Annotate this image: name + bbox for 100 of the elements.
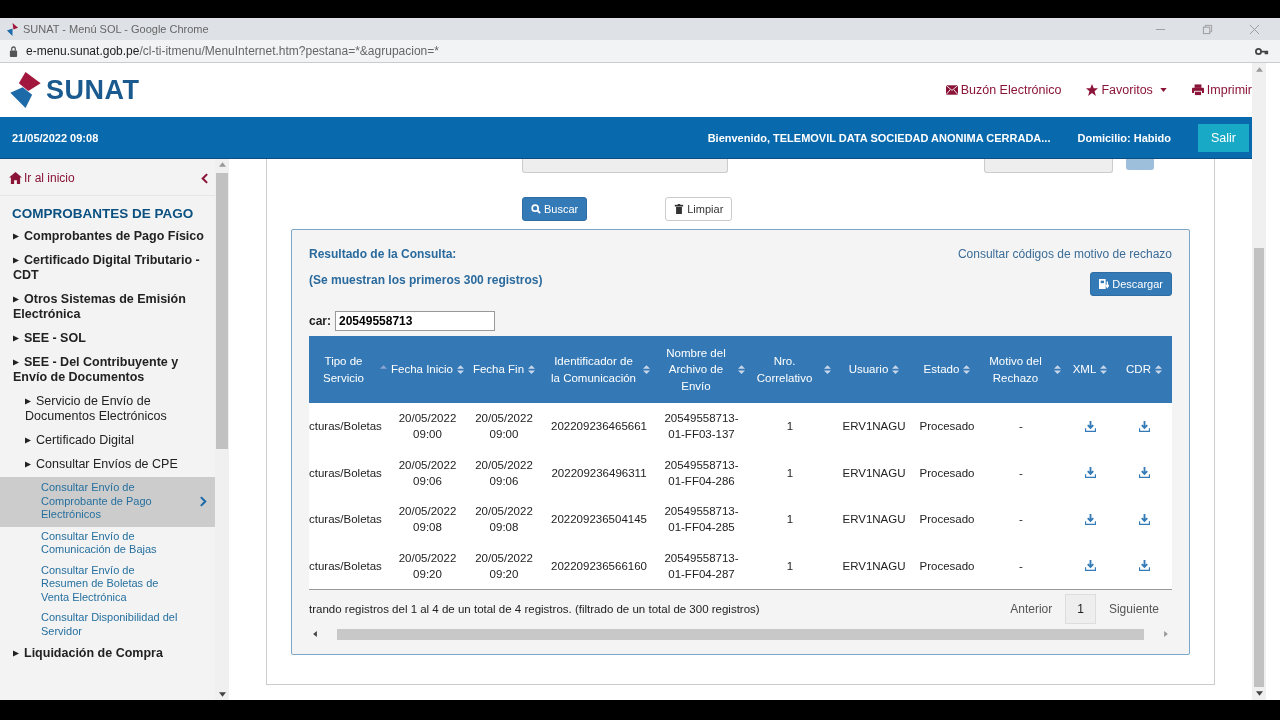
submenu-item[interactable]: Consultar Envíos de CPE — [0, 453, 215, 477]
site-favicon-icon — [6, 22, 19, 36]
table-cell-text: 20/05/2022 09:06 — [397, 457, 458, 489]
menu-item[interactable]: Liquidación de Compra — [0, 642, 215, 666]
menu-item[interactable]: SEE - SOL — [0, 327, 215, 351]
lock-icon — [9, 45, 18, 57]
table-cell-text: 20/05/2022 09:08 — [397, 504, 458, 536]
caret-icon — [1159, 88, 1167, 92]
table-cell-text: 20/05/2022 09:06 — [474, 457, 534, 489]
column-header[interactable]: Estado — [915, 336, 979, 403]
scroll-right-icon[interactable] — [1164, 631, 1168, 637]
url-text[interactable]: e-menu.sunat.gob.pe/cl-ti-itmenu/MenuInternet.htm?pestana=*&agrupacion=* — [26, 44, 439, 58]
printer-icon — [1191, 84, 1204, 96]
column-header[interactable]: Nro. Correlativo — [747, 336, 833, 403]
download-button[interactable]: Descargar — [1090, 272, 1172, 296]
scroll-up-icon[interactable] — [218, 162, 226, 167]
results-subtitle: (Se muestran los primeros 300 registros) — [309, 273, 543, 287]
menu-item[interactable]: SEE - Del Contribuyente y Envío de Documentos — [0, 351, 215, 390]
next-page-link[interactable]: Siguiente — [1095, 602, 1172, 616]
table-cell-text: 20549558713-01-FF04-287 — [663, 550, 740, 582]
clear-button[interactable]: Limpiar — [665, 197, 733, 221]
menu-link[interactable]: Consultar Envío de Comunicación de Bajas — [0, 526, 215, 561]
download-icon[interactable] — [1138, 560, 1150, 572]
header-link[interactable]: Imprimir — [1191, 83, 1252, 97]
chevron-right-icon — [200, 495, 207, 507]
column-header[interactable]: Motivo del Rechazo — [979, 336, 1063, 403]
menu-item[interactable]: Otros Sistemas de Emisión Electrónica — [0, 288, 215, 327]
expand-triangle-icon — [13, 257, 19, 264]
table-cell-text: 20/05/2022 09:20 — [474, 550, 534, 582]
download-icon[interactable] — [1138, 467, 1150, 479]
download-icon[interactable] — [1084, 467, 1096, 479]
envelope-icon — [945, 84, 958, 96]
search-button[interactable]: Buscar — [522, 197, 588, 221]
key-icon[interactable] — [1255, 46, 1269, 56]
scroll-down-icon[interactable] — [1255, 691, 1263, 696]
file-download-icon — [1099, 279, 1110, 289]
section-title: COMPROBANTES DE PAGO — [11, 205, 195, 223]
expand-triangle-icon — [13, 335, 19, 342]
filter-input[interactable]: 20549558713 — [335, 311, 495, 331]
menu-link[interactable]: Consultar Envío de Comprobante de Pago Electrónicos — [0, 477, 215, 527]
column-header[interactable]: Fecha Fin — [466, 336, 542, 403]
submenu-item[interactable]: Certificado Digital — [0, 429, 215, 453]
table-cell-text: - — [1018, 465, 1024, 481]
table-cell-text: 20/05/2022 09:00 — [397, 411, 458, 443]
table-cell-text: 20/05/2022 09:08 — [474, 504, 534, 536]
table-cell-text: 1 — [785, 465, 795, 481]
table-cell-text: 202209236504145 — [550, 512, 648, 528]
header-link[interactable]: Buzón Electrónico — [945, 83, 1062, 97]
header-link[interactable]: Favoritos — [1086, 83, 1167, 97]
table-cell-text: 20549558713-01-FF04-285 — [663, 504, 740, 536]
expand-triangle-icon — [13, 650, 19, 657]
trash-icon — [674, 204, 685, 214]
table-cell-text: 202209236465661 — [550, 419, 648, 435]
column-header[interactable]: Tipo de Servicio — [309, 336, 389, 403]
table-cell-text: - — [1018, 512, 1024, 528]
results-title: Resultado de la Consulta: — [309, 247, 458, 261]
table-cell-text: 1 — [785, 558, 795, 574]
input-field[interactable] — [522, 159, 728, 173]
table-cell-text: 202209236496311 — [550, 465, 648, 481]
column-header[interactable]: Identificador de la Comunicación — [542, 336, 656, 403]
column-header[interactable]: CDR — [1117, 336, 1171, 403]
table-cell-text: ERV1NAGU — [841, 465, 907, 481]
submenu-item[interactable]: Servicio de Envío de Documentos Electrónicos — [0, 390, 215, 429]
table-cell-text: Procesado — [918, 419, 976, 435]
column-header[interactable]: Usuario — [833, 336, 915, 403]
scroll-down-icon[interactable] — [218, 692, 226, 697]
horizontal-scrollbar-thumb[interactable] — [337, 628, 1144, 640]
download-icon[interactable] — [1084, 420, 1096, 432]
page-button[interactable]: 1 — [1065, 594, 1096, 624]
table-cell-text: 1 — [785, 512, 795, 528]
column-header[interactable]: XML — [1063, 336, 1117, 403]
download-icon[interactable] — [1084, 560, 1096, 572]
menu-item[interactable]: Comprobantes de Pago Físico — [0, 225, 215, 249]
home-icon — [9, 172, 22, 184]
expand-triangle-icon — [25, 437, 31, 444]
table-cell-text: cturas/Boletas — [309, 512, 383, 528]
menu-link[interactable]: Consultar Disponibilidad del Servidor — [0, 608, 215, 642]
previous-page-link[interactable]: Anterior — [997, 602, 1066, 616]
scrollbar-thumb[interactable] — [216, 173, 228, 449]
table-info: trando registros del 1 al 4 de un total de 4 registros. (filtrado de un total de 300 registros) — [309, 603, 760, 615]
scroll-left-icon[interactable] — [313, 631, 317, 637]
menu-link[interactable]: Consultar Envío de Resumen de Boletas de Venta Electrónica — [0, 560, 215, 608]
collapse-chevron-icon[interactable] — [201, 172, 208, 184]
column-header[interactable]: Fecha Inicio — [389, 336, 466, 403]
date-time: 21/05/2022 09:08 — [12, 131, 99, 144]
page-scrollbar-thumb[interactable] — [1254, 248, 1264, 687]
welcome-text: Bienvenido, TELEMOVIL DATA SOCIEDAD ANONIMA CERRADA... — [707, 131, 1051, 144]
input-field[interactable] — [984, 159, 1113, 173]
home-link[interactable]: Ir al inicio — [9, 171, 75, 185]
expand-triangle-icon — [25, 461, 31, 468]
scroll-up-icon[interactable] — [1255, 67, 1263, 72]
download-icon[interactable] — [1138, 513, 1150, 525]
codes-link[interactable]: Consultar códigos de motivo de rechazo — [957, 247, 1172, 261]
download-icon[interactable] — [1138, 420, 1150, 432]
download-icon[interactable] — [1084, 513, 1096, 525]
menu-item[interactable]: Certificado Digital Tributario - CDT — [0, 249, 215, 288]
window-title: SUNAT - Menú SOL - Google Chrome — [23, 23, 209, 35]
column-header[interactable]: Nombre del Archivo de Envío — [656, 336, 747, 403]
table-cell-text: cturas/Boletas — [309, 419, 383, 435]
table-cell-text: 202209236566160 — [550, 558, 648, 574]
